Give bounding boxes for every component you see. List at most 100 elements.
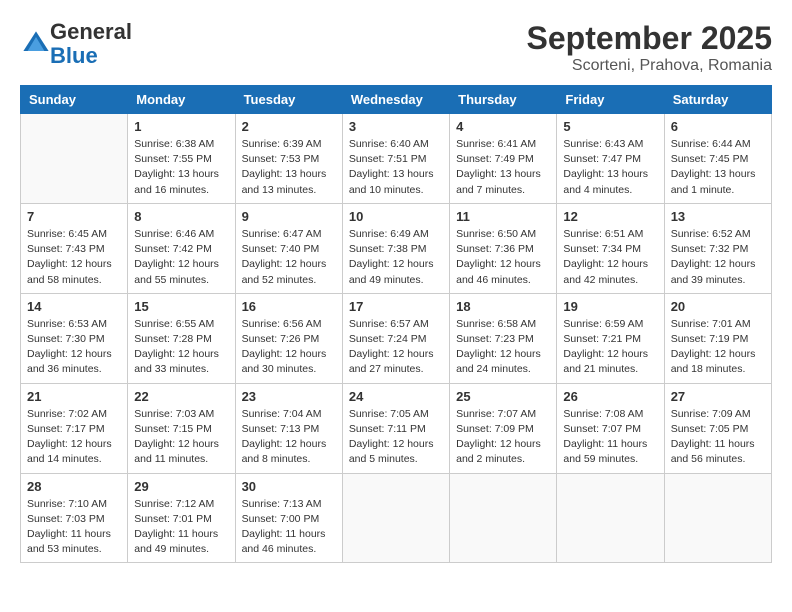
calendar-cell: 8 Sunrise: 6:46 AM Sunset: 7:42 PM Daylig… (128, 203, 235, 293)
calendar-cell: 13Sunrise: 6:52 AM Sunset: 7:32 PM Dayli… (664, 203, 771, 293)
day-number: 29 (134, 479, 228, 494)
calendar-cell: 7 Sunrise: 6:45 AM Sunset: 7:43 PM Daylig… (21, 203, 128, 293)
day-info: Sunrise: 6:39 AM Sunset: 7:53 PM Dayligh… (242, 137, 336, 198)
day-number: 6 (671, 119, 765, 134)
calendar-cell: 15Sunrise: 6:55 AM Sunset: 7:28 PM Dayli… (128, 293, 235, 383)
day-number: 16 (242, 299, 336, 314)
day-number: 18 (456, 299, 550, 314)
calendar-cell: 22 Sunrise: 7:03 AM Sunset: 7:15 PM Dayli… (128, 383, 235, 473)
calendar-cell: 28Sunrise: 7:10 AM Sunset: 7:03 PM Dayli… (21, 473, 128, 563)
weekday-header-thursday: Thursday (450, 86, 557, 114)
calendar-cell: 30 Sunrise: 7:13 AM Sunset: 7:00 PM Dayli… (235, 473, 342, 563)
page-header: General Blue September 2025 Scorteni, Pr… (20, 20, 772, 75)
day-info: Sunrise: 6:50 AM Sunset: 7:36 PM Dayligh… (456, 227, 550, 288)
weekday-header-row: SundayMondayTuesdayWednesdayThursdayFrid… (21, 86, 772, 114)
calendar-cell: 11 Sunrise: 6:50 AM Sunset: 7:36 PM Dayli… (450, 203, 557, 293)
day-info: Sunrise: 6:57 AM Sunset: 7:24 PM Dayligh… (349, 317, 443, 378)
weekday-header-sunday: Sunday (21, 86, 128, 114)
day-info: Sunrise: 6:44 AM Sunset: 7:45 PM Dayligh… (671, 137, 765, 198)
weekday-header-tuesday: Tuesday (235, 86, 342, 114)
day-number: 10 (349, 209, 443, 224)
day-info: Sunrise: 6:43 AM Sunset: 7:47 PM Dayligh… (563, 137, 657, 198)
calendar-cell: 27 Sunrise: 7:09 AM Sunset: 7:05 PM Dayli… (664, 383, 771, 473)
logo: General Blue (20, 20, 132, 68)
weekday-header-monday: Monday (128, 86, 235, 114)
logo-blue: Blue (50, 43, 98, 68)
calendar-week-row: 7 Sunrise: 6:45 AM Sunset: 7:43 PM Daylig… (21, 203, 772, 293)
logo-text: General Blue (50, 20, 132, 68)
day-number: 30 (242, 479, 336, 494)
day-info: Sunrise: 7:04 AM Sunset: 7:13 PM Dayligh… (242, 407, 336, 468)
calendar-cell (342, 473, 449, 563)
day-info: Sunrise: 7:03 AM Sunset: 7:15 PM Dayligh… (134, 407, 228, 468)
day-number: 17 (349, 299, 443, 314)
calendar-week-row: 14Sunrise: 6:53 AM Sunset: 7:30 PM Dayli… (21, 293, 772, 383)
day-number: 13 (671, 209, 765, 224)
calendar-cell: 20 Sunrise: 7:01 AM Sunset: 7:19 PM Dayli… (664, 293, 771, 383)
day-number: 19 (563, 299, 657, 314)
weekday-header-saturday: Saturday (664, 86, 771, 114)
day-number: 8 (134, 209, 228, 224)
day-info: Sunrise: 6:41 AM Sunset: 7:49 PM Dayligh… (456, 137, 550, 198)
calendar-cell: 26Sunrise: 7:08 AM Sunset: 7:07 PM Dayli… (557, 383, 664, 473)
day-info: Sunrise: 6:45 AM Sunset: 7:43 PM Dayligh… (27, 227, 121, 288)
day-info: Sunrise: 7:10 AM Sunset: 7:03 PM Dayligh… (27, 497, 121, 558)
day-info: Sunrise: 6:47 AM Sunset: 7:40 PM Dayligh… (242, 227, 336, 288)
day-info: Sunrise: 7:01 AM Sunset: 7:19 PM Dayligh… (671, 317, 765, 378)
day-number: 1 (134, 119, 228, 134)
day-number: 22 (134, 389, 228, 404)
day-number: 12 (563, 209, 657, 224)
day-number: 11 (456, 209, 550, 224)
day-info: Sunrise: 7:09 AM Sunset: 7:05 PM Dayligh… (671, 407, 765, 468)
calendar-cell: 18 Sunrise: 6:58 AM Sunset: 7:23 PM Dayli… (450, 293, 557, 383)
calendar-cell: 14Sunrise: 6:53 AM Sunset: 7:30 PM Dayli… (21, 293, 128, 383)
calendar-cell: 21Sunrise: 7:02 AM Sunset: 7:17 PM Dayli… (21, 383, 128, 473)
weekday-header-wednesday: Wednesday (342, 86, 449, 114)
calendar-cell: 19 Sunrise: 6:59 AM Sunset: 7:21 PM Dayli… (557, 293, 664, 383)
day-number: 5 (563, 119, 657, 134)
calendar-cell: 29Sunrise: 7:12 AM Sunset: 7:01 PM Dayli… (128, 473, 235, 563)
calendar-cell: 24Sunrise: 7:05 AM Sunset: 7:11 PM Dayli… (342, 383, 449, 473)
day-number: 27 (671, 389, 765, 404)
day-info: Sunrise: 6:40 AM Sunset: 7:51 PM Dayligh… (349, 137, 443, 198)
calendar-cell: 4 Sunrise: 6:41 AM Sunset: 7:49 PM Daylig… (450, 114, 557, 204)
day-info: Sunrise: 6:38 AM Sunset: 7:55 PM Dayligh… (134, 137, 228, 198)
calendar-week-row: 21Sunrise: 7:02 AM Sunset: 7:17 PM Dayli… (21, 383, 772, 473)
title-block: September 2025 Scorteni, Prahova, Romani… (527, 20, 772, 75)
calendar-cell: 23 Sunrise: 7:04 AM Sunset: 7:13 PM Dayli… (235, 383, 342, 473)
day-info: Sunrise: 6:46 AM Sunset: 7:42 PM Dayligh… (134, 227, 228, 288)
calendar-cell: 1 Sunrise: 6:38 AM Sunset: 7:55 PM Daylig… (128, 114, 235, 204)
day-info: Sunrise: 6:58 AM Sunset: 7:23 PM Dayligh… (456, 317, 550, 378)
day-number: 2 (242, 119, 336, 134)
location-title: Scorteni, Prahova, Romania (527, 57, 772, 75)
calendar-table: SundayMondayTuesdayWednesdayThursdayFrid… (20, 85, 772, 563)
day-number: 9 (242, 209, 336, 224)
calendar-week-row: 1 Sunrise: 6:38 AM Sunset: 7:55 PM Daylig… (21, 114, 772, 204)
calendar-cell: 5 Sunrise: 6:43 AM Sunset: 7:47 PM Daylig… (557, 114, 664, 204)
day-info: Sunrise: 7:13 AM Sunset: 7:00 PM Dayligh… (242, 497, 336, 558)
day-number: 15 (134, 299, 228, 314)
logo-general: General (50, 19, 132, 44)
day-number: 25 (456, 389, 550, 404)
day-info: Sunrise: 6:56 AM Sunset: 7:26 PM Dayligh… (242, 317, 336, 378)
day-info: Sunrise: 6:51 AM Sunset: 7:34 PM Dayligh… (563, 227, 657, 288)
logo-icon (22, 30, 50, 58)
day-info: Sunrise: 7:07 AM Sunset: 7:09 PM Dayligh… (456, 407, 550, 468)
calendar-week-row: 28Sunrise: 7:10 AM Sunset: 7:03 PM Dayli… (21, 473, 772, 563)
day-number: 26 (563, 389, 657, 404)
calendar-cell (557, 473, 664, 563)
day-number: 24 (349, 389, 443, 404)
day-number: 14 (27, 299, 121, 314)
day-number: 20 (671, 299, 765, 314)
day-number: 23 (242, 389, 336, 404)
weekday-header-friday: Friday (557, 86, 664, 114)
calendar-cell: 9 Sunrise: 6:47 AM Sunset: 7:40 PM Daylig… (235, 203, 342, 293)
calendar-cell (21, 114, 128, 204)
day-number: 4 (456, 119, 550, 134)
day-number: 7 (27, 209, 121, 224)
calendar-cell: 3 Sunrise: 6:40 AM Sunset: 7:51 PM Daylig… (342, 114, 449, 204)
day-info: Sunrise: 6:59 AM Sunset: 7:21 PM Dayligh… (563, 317, 657, 378)
calendar-cell: 2 Sunrise: 6:39 AM Sunset: 7:53 PM Daylig… (235, 114, 342, 204)
day-number: 21 (27, 389, 121, 404)
day-number: 3 (349, 119, 443, 134)
